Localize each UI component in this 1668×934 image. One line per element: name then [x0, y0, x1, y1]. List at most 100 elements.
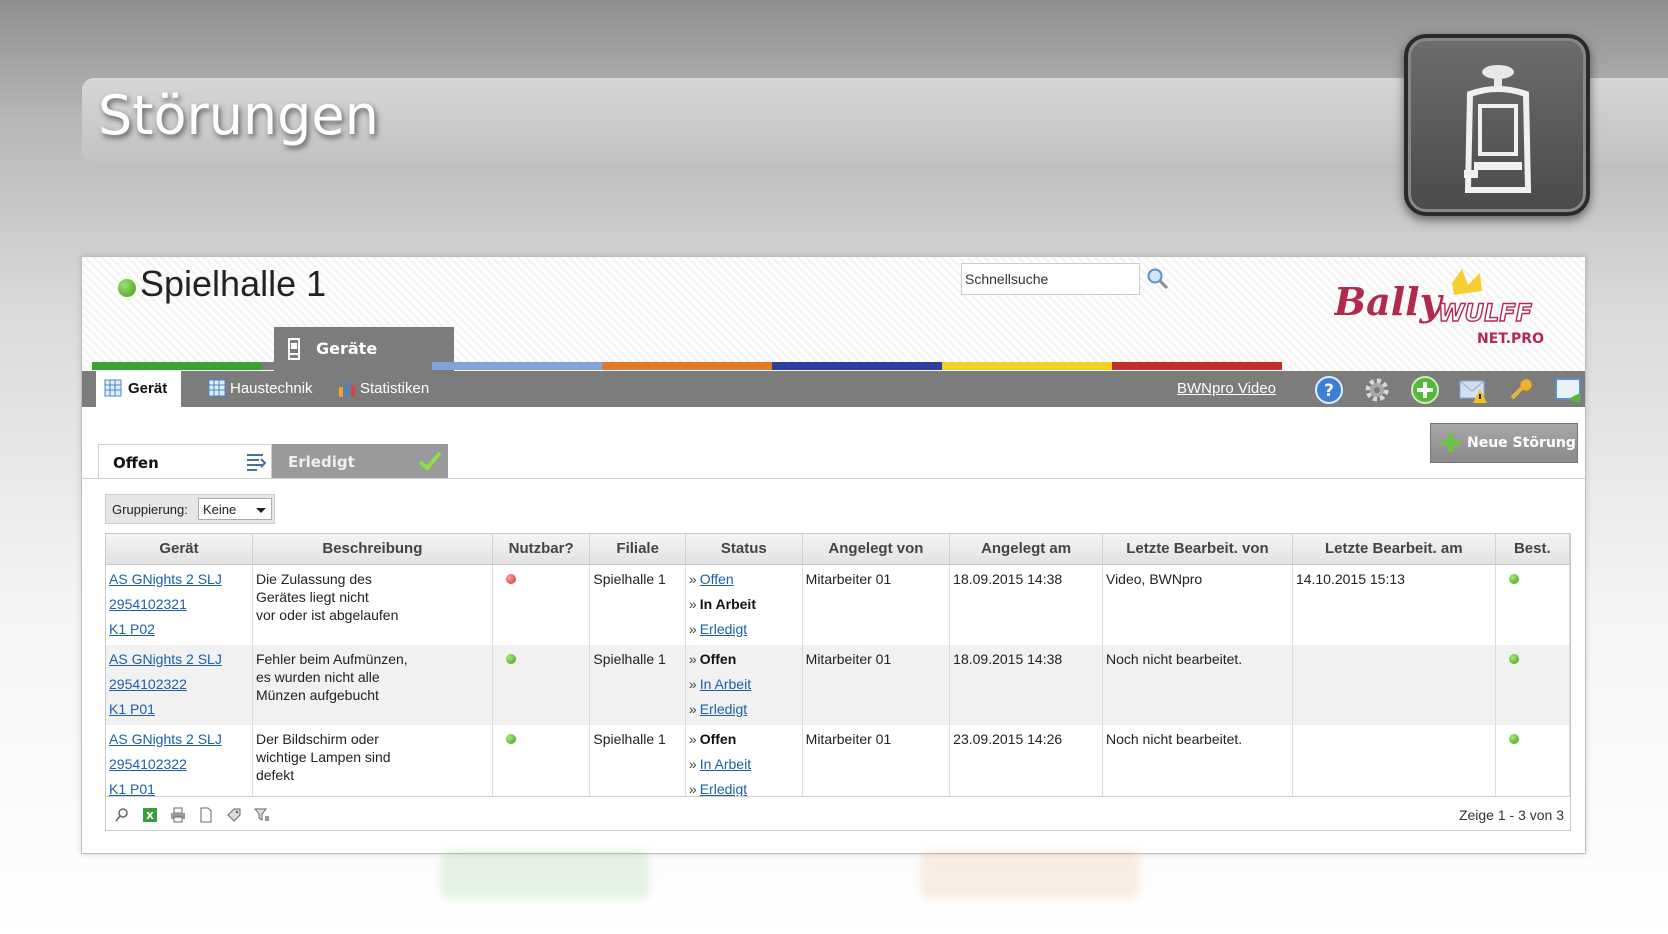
confirmed-status-dot	[1508, 733, 1519, 744]
device-serial-link[interactable]: 2954102321	[109, 595, 249, 620]
description-line: Der Bildschirm oder	[255, 730, 379, 747]
branch-cell: Spielhalle 1	[589, 724, 686, 805]
print-icon[interactable]	[170, 807, 186, 823]
table-row: AS GNights 2 SLJ 2954102321 K1 P02 Die Z…	[106, 564, 1571, 645]
list-icon	[245, 451, 267, 477]
device-position-link[interactable]: K1 P01	[109, 700, 249, 725]
col-header[interactable]: Angelegt von	[802, 534, 951, 565]
bar-chart-icon	[338, 379, 358, 401]
col-header[interactable]: Angelegt am	[949, 534, 1103, 565]
video-link[interactable]: BWNpro Video	[1177, 380, 1276, 397]
gear-icon[interactable]	[1362, 375, 1392, 405]
device-serial-link[interactable]: 2954102322	[109, 675, 249, 700]
table-footer: X Zeige 1 - 3 von 3	[106, 796, 1570, 830]
search-input[interactable]: Schnellsuche	[961, 263, 1140, 295]
new-stoerung-button[interactable]: Neue Störung	[1430, 423, 1578, 463]
col-header[interactable]: Nutzbar?	[492, 534, 591, 565]
grid-icon	[208, 379, 226, 401]
description-line: Gerätes liegt nicht	[255, 588, 369, 605]
grouping-control: Gruppierung: Keine	[105, 494, 275, 524]
help-icon[interactable]: ?	[1314, 375, 1344, 405]
description-line: es wurden nicht alle	[255, 668, 380, 685]
nav-item-haustechnik[interactable]: Haustechnik	[200, 371, 313, 407]
nav-item-label: Haustechnik	[230, 380, 313, 397]
bally-wulff-logo: Bally WULFF NET.PRO	[1333, 269, 1570, 349]
main-panel: Spielhalle 1 Schnellsuche Bally WULFF NE…	[81, 256, 1586, 854]
mail-warning-icon[interactable]	[1458, 375, 1488, 405]
device-link[interactable]: AS GNights 2 SLJ	[109, 570, 249, 595]
status-erledigt-link[interactable]: Erledigt	[700, 781, 747, 797]
col-header[interactable]: Filiale	[589, 534, 686, 565]
nav-item-label: Statistiken	[360, 380, 430, 397]
nav-item-statistiken[interactable]: Statistiken	[330, 371, 429, 407]
tab-geraete-label: Geräte	[316, 339, 378, 358]
usable-status-dot	[505, 573, 516, 584]
last-edit-by-cell: Video, BWNpro	[1102, 564, 1293, 645]
description-line: wichtige Lampen sind	[255, 748, 391, 765]
created-at-cell: 18.09.2015 14:38	[949, 644, 1103, 725]
tag-icon[interactable]	[226, 807, 242, 823]
device-icon	[286, 337, 302, 365]
document-icon[interactable]	[198, 807, 214, 823]
col-header[interactable]: Letzte Bearbeit. von	[1102, 534, 1293, 565]
device-link[interactable]: AS GNights 2 SLJ	[109, 730, 249, 755]
tab-offen[interactable]: Offen	[98, 444, 272, 478]
created-by-cell: Mitarbeiter 01	[802, 564, 951, 645]
decorative-shadow	[440, 850, 650, 900]
col-header[interactable]: Letzte Bearbeit. am	[1292, 534, 1496, 565]
description-line: vor oder ist abgelaufen	[255, 606, 399, 623]
tab-erledigt[interactable]: Erledigt	[272, 444, 448, 478]
logo-netpro: NET.PRO	[1477, 331, 1544, 347]
status-inarbeit-link[interactable]: In Arbeit	[700, 756, 751, 772]
tab-erledigt-label: Erledigt	[288, 453, 355, 471]
last-edit-at-cell	[1292, 644, 1496, 725]
description-line: defekt	[255, 766, 295, 783]
device-serial-link[interactable]: 2954102322	[109, 755, 249, 780]
table-row: AS GNights 2 SLJ 2954102322 K1 P01 Fehle…	[106, 644, 1571, 725]
branch-cell: Spielhalle 1	[589, 564, 686, 645]
created-at-cell: 23.09.2015 14:26	[949, 724, 1103, 805]
status-current: In Arbeit	[699, 595, 756, 612]
hall-name-text: Spielhalle 1	[140, 263, 327, 304]
last-edit-at-cell: 14.10.2015 15:13	[1292, 564, 1496, 645]
svg-text:?: ?	[1324, 381, 1334, 401]
key-icon[interactable]	[1506, 375, 1536, 405]
add-icon[interactable]	[1410, 375, 1440, 405]
device-link[interactable]: AS GNights 2 SLJ	[109, 650, 249, 675]
status-offen-link[interactable]: Offen	[700, 571, 734, 587]
nav-item-geraet[interactable]: Gerät	[96, 371, 182, 407]
logo-wulff: WULFF	[1438, 299, 1533, 327]
last-edit-by-cell: Noch nicht bearbeitet.	[1102, 644, 1293, 725]
status-erledigt-link[interactable]: Erledigt	[700, 701, 747, 717]
description-line: Münzen aufgebucht	[255, 686, 379, 703]
search-icon[interactable]	[114, 807, 130, 823]
branch-cell: Spielhalle 1	[589, 644, 686, 725]
table-row: AS GNights 2 SLJ 2954102322 K1 P01 Der B…	[106, 724, 1571, 805]
col-header[interactable]: Best.	[1495, 534, 1571, 565]
status-current: Offen	[699, 730, 737, 747]
hall-name: Spielhalle 1	[118, 263, 326, 305]
description-line: Die Zulassung des	[255, 570, 372, 587]
decorative-shadow	[920, 850, 1140, 900]
status-inarbeit-link[interactable]: In Arbeit	[700, 676, 751, 692]
filter-icon[interactable]	[253, 807, 270, 823]
pager-info: Zeige 1 - 3 von 3	[1458, 807, 1564, 823]
search-icon[interactable]	[1146, 267, 1170, 291]
confirmed-status-dot	[1508, 573, 1519, 584]
new-stoerung-label: Neue Störung	[1467, 435, 1576, 451]
chevron-down-icon	[256, 508, 266, 513]
col-header[interactable]: Status	[685, 534, 803, 565]
col-header[interactable]: Gerät	[106, 534, 253, 565]
device-position-link[interactable]: K1 P02	[109, 620, 249, 645]
logo-bally: Bally	[1334, 279, 1445, 324]
grouping-select[interactable]: Keine	[198, 498, 272, 520]
logout-icon[interactable]	[1554, 375, 1584, 405]
status-erledigt-link[interactable]: Erledigt	[700, 621, 747, 637]
col-header[interactable]: Beschreibung	[252, 534, 493, 565]
tab-offen-label: Offen	[113, 454, 159, 472]
plus-icon	[1441, 433, 1461, 457]
excel-export-icon[interactable]: X	[142, 807, 158, 823]
created-by-cell: Mitarbeiter 01	[802, 724, 951, 805]
created-at-cell: 18.09.2015 14:38	[949, 564, 1103, 645]
color-strip	[92, 362, 1282, 370]
